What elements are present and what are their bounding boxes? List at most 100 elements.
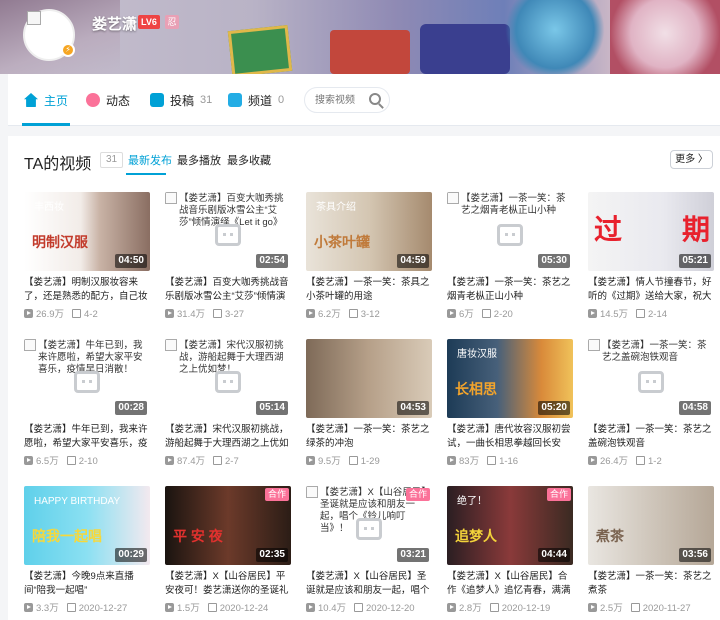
- video-thumbnail[interactable]: 【娄艺潇】一茶一笑：茶艺之烟青老枞正山小种 05:30: [447, 192, 573, 271]
- upload-date-wrap: 2-14: [636, 309, 667, 320]
- upload-date-wrap: 3-27: [213, 309, 244, 320]
- video-title[interactable]: 【娄艺潇】一茶一笑：茶具之小茶叶罐的用途: [306, 276, 432, 304]
- upload-date-wrap: 3-12: [348, 309, 380, 320]
- play-count-icon: [306, 309, 315, 318]
- video-meta: 6.2万 3-12: [306, 306, 432, 320]
- placeholder-tv-icon: [638, 370, 664, 393]
- video-title[interactable]: 【娄艺潇】宋代汉服初挑战，游船起舞于大理西湖之上优如: [165, 423, 291, 451]
- calendar-icon: [213, 456, 222, 465]
- video-title[interactable]: 【娄艺潇】百变大咖秀挑战音乐剧版冰雪公主“艾莎”倾情演绎《Let it go》: [165, 276, 291, 304]
- search-input[interactable]: [305, 88, 367, 112]
- video-title[interactable]: 【娄艺潇】X【山谷居民】圣诞就是应该和朋友一起，唱个: [306, 570, 432, 598]
- video-title[interactable]: 【娄艺潇】X【山谷居民】合作《追梦人》追忆青春，满满: [447, 570, 573, 598]
- video-thumbnail[interactable]: 过 期 05:21: [588, 192, 714, 271]
- broken-image-icon: [24, 339, 36, 351]
- video-thumbnail[interactable]: 04:53: [306, 339, 432, 418]
- video-thumbnail[interactable]: 【娄艺潇】宋代汉服初挑战，游船起舞于大理西湖之上优如梦！ 05:14: [165, 339, 291, 418]
- video-duration: 03:56: [679, 548, 711, 562]
- user-name[interactable]: 娄艺潇: [92, 13, 137, 34]
- upload-date: 1-16: [499, 456, 519, 467]
- video-thumbnail[interactable]: 明制汉服 丰西妆 04:50: [24, 192, 150, 271]
- channel-icon: [228, 93, 242, 107]
- upload-date-wrap: 2-10: [66, 456, 98, 467]
- video-meta: 2.5万 2020-11-27: [588, 600, 714, 614]
- calendar-icon: [489, 603, 499, 612]
- video-title[interactable]: 【娄艺潇】牛年已到，我来许愿啦，希望大家平安喜乐，疫: [24, 423, 150, 451]
- placeholder-tv-icon: [215, 370, 241, 393]
- tab-home[interactable]: 主页: [24, 74, 68, 126]
- video-title[interactable]: 【娄艺潇】明制汉服妆容来了，还是熟悉的配方，自己妆: [24, 276, 150, 304]
- upload-date: 2020-11-27: [642, 603, 691, 614]
- play-count: 9.5万: [318, 456, 341, 467]
- video-title[interactable]: 【娄艺潇】一茶一笑：茶艺之煮茶: [588, 570, 714, 598]
- tab-latest[interactable]: 最新发布: [128, 152, 172, 168]
- video-thumbnail[interactable]: 【娄艺潇】X【山谷居民】圣诞就是应该和朋友一起，唱个《铃儿响叮当》！ 合作 03:2…: [306, 486, 432, 565]
- calendar-icon: [354, 603, 363, 612]
- video-meta: 31.4万 3-27: [165, 306, 291, 320]
- video-thumbnail[interactable]: 【娄艺潇】牛年已到，我来许愿啦，希望大家平安喜乐，疫情早日消散！ 00:28: [24, 339, 150, 418]
- banner-gift-box: [227, 24, 293, 74]
- video-title[interactable]: 【娄艺潇】一茶一笑：茶艺之盖碗泡铁观音: [588, 423, 714, 451]
- collab-badge: 合作: [546, 488, 571, 501]
- video-thumbnail[interactable]: 追梦人 绝了！ 合作 04:44: [447, 486, 573, 565]
- video-meta: 10.4万 2020-12-20: [306, 600, 432, 614]
- video-duration: 05:30: [538, 254, 570, 268]
- calendar-icon: [630, 603, 640, 612]
- play-count-icon: [588, 603, 597, 612]
- more-button[interactable]: 更多 〉: [670, 150, 713, 169]
- tab-label: 频道: [248, 93, 273, 108]
- video-thumbnail[interactable]: 小茶叶罐 茶具介绍 04:59: [306, 192, 432, 271]
- tab-dynamic[interactable]: 动态: [86, 74, 130, 126]
- calendar-icon: [348, 309, 358, 318]
- upload-date: 1-29: [360, 456, 380, 467]
- video-thumbnail[interactable]: 煮茶 03:56: [588, 486, 714, 565]
- calendar-icon: [487, 456, 497, 465]
- video-meta: 9.5万 1-29: [306, 453, 432, 467]
- video-title[interactable]: 【娄艺潇】X【山谷居民】平安夜可！娄艺潇送你的圣诞礼物到: [165, 570, 291, 598]
- video-duration: 00:28: [115, 401, 147, 415]
- level-badge: LV6: [138, 15, 160, 29]
- video-thumbnail[interactable]: 【娄艺潇】百变大咖秀挑战音乐剧版冰雪公主“艾莎”倾情演绎《Let it go》 0…: [165, 192, 291, 271]
- play-count: 1.5万: [177, 603, 200, 614]
- thumbnail-text: 追梦人: [455, 528, 497, 544]
- video-thumbnail[interactable]: 陪我一起唱 HAPPY BIRTHDAY 00:29: [24, 486, 150, 565]
- tab-most-favorited[interactable]: 最多收藏: [227, 152, 271, 168]
- video-title[interactable]: 【娄艺潇】一茶一笑：茶艺之烟青老枞正山小种: [447, 276, 573, 304]
- tab-label: 动态: [106, 93, 131, 108]
- profile-banner: [0, 0, 720, 74]
- video-title[interactable]: 【娄艺潇】唐代妆容汉服初尝试，一曲长相思拳越回长安: [447, 423, 573, 451]
- video-duration: 04:50: [115, 254, 147, 268]
- video-thumbnail[interactable]: 【娄艺潇】一茶一笑：茶艺之盖碗泡铁观音 04:58: [588, 339, 714, 418]
- play-count: 26.9万: [36, 309, 64, 320]
- search-icon[interactable]: [369, 93, 381, 105]
- video-duration: 02:54: [256, 254, 288, 268]
- tab-channels[interactable]: 频道 0: [228, 74, 284, 126]
- upload-date-wrap: 2020-12-19: [489, 603, 550, 614]
- play-count-icon: [306, 456, 315, 465]
- video-thumbnail[interactable]: 平 安 夜 合作 02:35: [165, 486, 291, 565]
- play-count: 3.3万: [36, 603, 59, 614]
- upload-icon: [150, 93, 164, 107]
- video-meta: 26.9万 4-2: [24, 306, 150, 320]
- play-count: 87.4万: [177, 456, 205, 467]
- video-title[interactable]: 【娄艺潇】今晚9点来直播间“陪我一起唱”: [24, 570, 150, 598]
- video-title[interactable]: 【娄艺潇】一茶一笑：茶艺之绿茶的冲泡: [306, 423, 432, 451]
- upload-date-wrap: 1-29: [348, 456, 380, 467]
- video-duration: 02:35: [256, 548, 288, 562]
- upload-date: 2020-12-27: [78, 603, 128, 614]
- thumbnail-text: 陪我一起唱: [32, 528, 102, 544]
- play-count: 2.5万: [600, 603, 623, 614]
- avatar[interactable]: ⚡: [23, 9, 75, 61]
- video-count-badge: 31: [100, 152, 124, 168]
- thumbnail-text: 期: [682, 214, 711, 245]
- video-thumbnail[interactable]: 长相思 唐妆汉服 05:20: [447, 339, 573, 418]
- upload-date: 3-27: [225, 309, 245, 320]
- thumbnail-text: 煮茶: [596, 528, 624, 544]
- upload-date: 2020-12-24: [219, 603, 269, 614]
- tab-most-played[interactable]: 最多播放: [177, 152, 221, 168]
- video-title[interactable]: 【娄艺潇】情人节撞春节，好听的《过期》送给大家，祝大: [588, 276, 714, 304]
- video-meta: 2.8万 2020-12-19: [447, 600, 573, 614]
- video-duration: 04:59: [397, 254, 429, 268]
- thumbnail-text: 平 安 夜: [173, 528, 223, 544]
- tab-uploads[interactable]: 投稿 31: [150, 74, 212, 126]
